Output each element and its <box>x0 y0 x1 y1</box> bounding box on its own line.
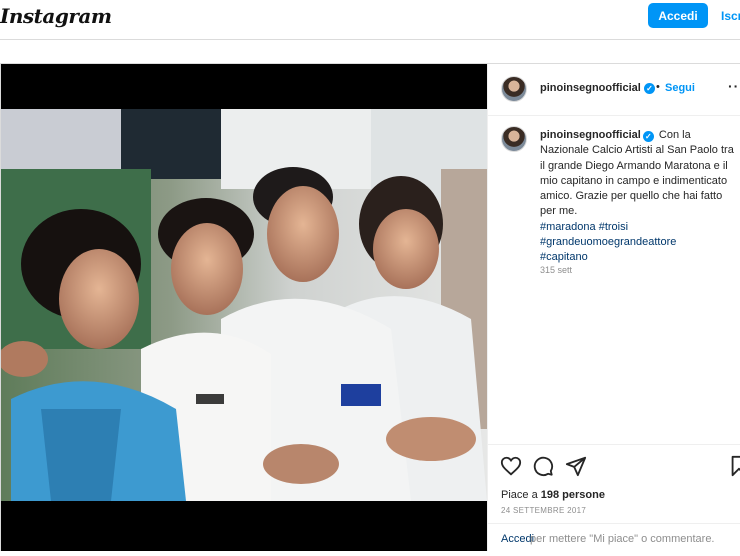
header-username[interactable]: pinoinsegnoofficial <box>540 82 641 94</box>
post-side-panel: pinoinsegnoofficial ✓ • Segui ··· pinoin… <box>487 64 740 551</box>
login-prompt: Accedi per mettere "Mi piace" o commenta… <box>488 523 740 552</box>
hashtag-link[interactable]: #maradona #troisi <box>540 220 740 235</box>
bookmark-icon[interactable] <box>728 455 740 477</box>
post-date: 24 SETTEMBRE 2017 <box>501 506 587 515</box>
caption-username[interactable]: pinoinsegnoofficial <box>540 129 641 141</box>
post-caption: pinoinsegnoofficial ✓ Con la Nazionale Ca… <box>540 128 740 266</box>
paper-plane-icon[interactable] <box>565 455 587 477</box>
avatar[interactable] <box>501 76 527 102</box>
likes-count[interactable]: Piace a 198 persone <box>501 489 605 501</box>
heart-icon[interactable] <box>500 455 522 477</box>
separator-dot: • <box>656 81 660 93</box>
time-ago: 315 sett <box>540 265 573 275</box>
post-photo <box>1 109 487 501</box>
post-actions: Piace a 198 persone 24 SETTEMBRE 2017 Ac… <box>488 444 740 551</box>
verified-badge-icon: ✓ <box>644 83 655 94</box>
login-button[interactable]: Accedi <box>648 3 708 28</box>
signup-link[interactable]: Iscr <box>721 9 740 23</box>
post-container: pinoinsegnoofficial ✓ • Segui ··· pinoin… <box>0 63 740 551</box>
verified-badge-icon: ✓ <box>642 131 654 142</box>
top-bar: Instagram Accedi Iscr <box>0 0 740 40</box>
hashtag-link[interactable]: #capitano <box>540 250 740 265</box>
post-media[interactable] <box>1 64 487 551</box>
hashtag-link[interactable]: #grandeuomoegrandeattore <box>540 235 740 250</box>
post-header: pinoinsegnoofficial ✓ • Segui ··· <box>488 64 740 116</box>
more-options-icon[interactable]: ··· <box>728 78 740 94</box>
likes-number[interactable]: 198 persone <box>541 489 605 501</box>
follow-button[interactable]: Segui <box>665 82 695 94</box>
comment-icon[interactable] <box>532 455 554 477</box>
instagram-logo[interactable]: Instagram <box>0 4 112 28</box>
login-prompt-text: per mettere "Mi piace" o commentare. <box>530 533 715 545</box>
caption-text: Con la Nazionale Calcio Artisti al San P… <box>540 129 734 218</box>
likes-prefix: Piace a <box>501 489 541 501</box>
caption-avatar[interactable] <box>501 126 527 152</box>
